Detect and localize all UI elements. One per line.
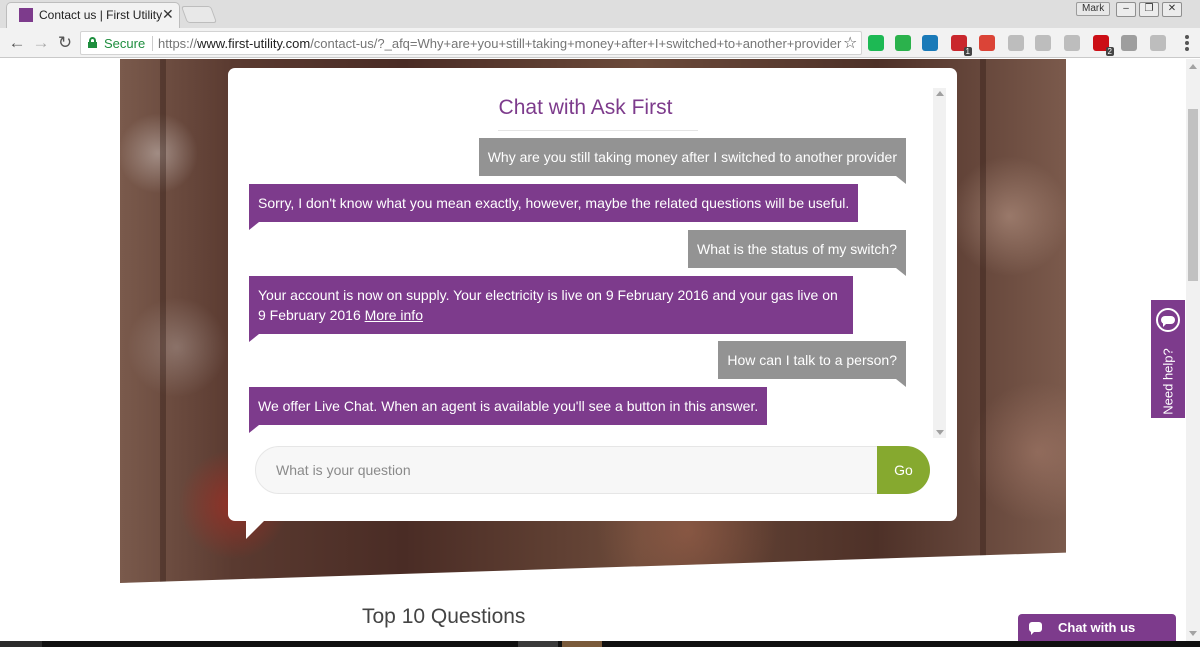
question-input[interactable]	[276, 447, 866, 493]
scroll-up-icon[interactable]	[936, 91, 944, 96]
os-taskbar	[0, 641, 1200, 647]
first-utility-favicon-icon	[19, 8, 33, 22]
profile-button[interactable]: Mark	[1076, 2, 1111, 16]
taskbar-app[interactable]	[562, 641, 602, 647]
keyboard-icon[interactable]	[1035, 35, 1051, 51]
need-help-label: Need help?	[1160, 348, 1176, 415]
google-icon[interactable]	[979, 35, 995, 51]
browser-tab[interactable]: Contact us | First Utility ✕	[6, 2, 180, 28]
tab-title: Contact us | First Utility	[39, 8, 163, 22]
page-viewport: Chat with Ask First Why are you still ta…	[0, 59, 1200, 641]
extension-badge: 2	[1105, 47, 1114, 56]
close-tab-icon[interactable]: ✕	[162, 6, 174, 23]
bookmark-star-icon[interactable]: ☆	[843, 33, 857, 53]
browser-toolbar: ← → ↻ Secure https://www.first-utility.c…	[0, 28, 1200, 58]
pdf-icon[interactable]: 1	[951, 35, 972, 56]
page-scrollbar[interactable]	[1186, 59, 1200, 641]
taskbar-start[interactable]	[0, 641, 42, 647]
chat-scrollbar[interactable]	[933, 88, 946, 438]
restore-button[interactable]: ❐	[1139, 2, 1159, 17]
hero-bokeh-stem	[160, 59, 166, 583]
chat-bubble-icon	[1156, 308, 1180, 332]
browser-menu-icon[interactable]	[1181, 33, 1193, 53]
font-icon[interactable]	[1064, 35, 1080, 51]
skype-icon[interactable]	[1008, 35, 1024, 51]
user-message: How can I talk to a person?	[718, 341, 906, 387]
camera-icon[interactable]	[1121, 35, 1137, 51]
plus-icon[interactable]	[1150, 35, 1166, 51]
page-scroll-down-icon[interactable]	[1189, 631, 1197, 636]
chat-card-tail	[246, 521, 264, 539]
top-10-heading: Top 10 Questions	[362, 605, 526, 628]
chat-messages[interactable]: Why are you still taking money after I s…	[228, 68, 943, 448]
page-scroll-thumb[interactable]	[1188, 109, 1198, 281]
scroll-down-icon[interactable]	[936, 430, 944, 435]
spotify-icon[interactable]	[868, 35, 884, 51]
chat-with-us-button[interactable]: Chat with us	[1018, 614, 1176, 641]
go-button[interactable]: Go	[877, 446, 930, 494]
forward-button[interactable]: →	[30, 32, 52, 54]
speech-bubble-icon	[1029, 622, 1042, 635]
back-button[interactable]: ←	[6, 32, 28, 54]
taskbar-app[interactable]	[518, 641, 558, 647]
user-message: What is the status of my switch?	[688, 230, 906, 276]
opera-icon[interactable]: 2	[1093, 35, 1114, 56]
need-help-tab[interactable]: Need help?	[1151, 300, 1185, 418]
url-text[interactable]: https://www.first-utility.com/contact-us…	[158, 36, 841, 51]
bot-message: Sorry, I don't know what you mean exactl…	[249, 184, 859, 230]
omnibox-divider	[152, 36, 153, 51]
vimeo-icon[interactable]	[922, 35, 938, 51]
lock-icon	[88, 37, 97, 48]
reload-button[interactable]: ↻	[54, 32, 76, 54]
new-tab-button[interactable]	[180, 6, 218, 23]
minimize-button[interactable]: –	[1116, 2, 1136, 17]
address-bar[interactable]: Secure https://www.first-utility.com/con…	[80, 31, 862, 55]
more-info-link[interactable]: More info	[365, 307, 423, 323]
page-scroll-up-icon[interactable]	[1189, 64, 1197, 69]
tab-strip: Contact us | First Utility ✕ Mark – ❐ ✕	[0, 0, 1200, 28]
user-message: Why are you still taking money after I s…	[478, 138, 907, 184]
feedly-icon[interactable]	[895, 35, 911, 51]
chat-widget: Chat with Ask First Why are you still ta…	[228, 68, 957, 521]
extension-badge: 1	[963, 47, 972, 56]
bot-message: We offer Live Chat. When an agent is ava…	[249, 387, 768, 433]
chat-with-us-label: Chat with us	[1058, 620, 1136, 635]
hero-bokeh-stem	[980, 59, 986, 583]
question-form: Go	[255, 446, 930, 494]
bot-message: Your account is now on supply. Your elec…	[249, 276, 853, 342]
secure-label: Secure	[104, 36, 146, 51]
window-close-button[interactable]: ✕	[1162, 2, 1182, 17]
